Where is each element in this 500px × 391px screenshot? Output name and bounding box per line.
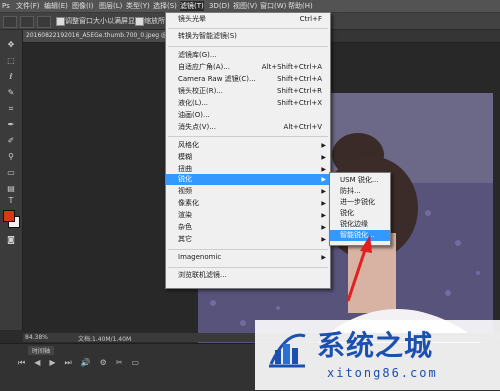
menu-item-blur[interactable]: 模糊 ▶ — [166, 152, 330, 163]
menu-item-oil-paint[interactable]: 油画(O)... — [166, 110, 330, 121]
document-tab[interactable]: 20160822192016_A5EGe.thumb.700_0.jpeg @ … — [23, 30, 174, 42]
marquee-tool-icon[interactable]: ⬚ — [6, 56, 16, 66]
submenu-arrow-icon: ▶ — [321, 142, 326, 149]
zoom-tool-icon[interactable] — [3, 16, 17, 28]
menu-item-render[interactable]: 渲染 ▶ — [166, 210, 330, 221]
timeline-tab[interactable]: 时间轴 — [28, 346, 55, 355]
menu-item-lens-correction[interactable]: 镜头校正(R)... Shift+Ctrl+R — [166, 86, 330, 97]
menu-help[interactable]: 帮助(H) — [288, 1, 313, 11]
move-tool-icon[interactable]: ✥ — [6, 40, 16, 50]
menu-item-other[interactable]: 其它 ▶ — [166, 234, 330, 245]
menu-item-imagenomic[interactable]: Imagenomic ▶ — [166, 252, 330, 263]
quick-select-icon[interactable]: ✎ — [6, 88, 16, 98]
menu-separator — [168, 28, 328, 29]
menu-3d[interactable]: 3D(D) — [209, 1, 230, 11]
submenu-item-sharpen-more[interactable]: 进一步锐化 — [330, 197, 390, 208]
menu-item-noise[interactable]: 杂色 ▶ — [166, 222, 330, 233]
menu-view[interactable]: 视图(V) — [233, 1, 257, 11]
lasso-tool-icon[interactable]: ℓ — [6, 72, 16, 82]
eyedropper-icon[interactable]: ✒ — [6, 120, 16, 130]
menu-item-filter-gallery[interactable]: 滤镜库(G)... — [166, 50, 330, 61]
submenu-arrow-icon: ▶ — [321, 154, 326, 161]
menu-item-last-filter[interactable]: 镜头光晕 Ctrl+F — [166, 14, 330, 25]
menu-separator — [168, 267, 328, 268]
menu-item-browse-online-filters[interactable]: 浏览联机滤镜... — [166, 270, 330, 281]
resize-window-label: 调整窗口大小以满屏显示 — [65, 17, 142, 25]
menu-item-liquify[interactable]: 液化(L)... Shift+Ctrl+X — [166, 98, 330, 109]
menu-item-vanishing-point[interactable]: 消失点(V)... Alt+Ctrl+V — [166, 122, 330, 133]
foreground-color-swatch[interactable] — [3, 210, 15, 222]
tools-panel: ✥ ⬚ ℓ ✎ ⌗ ✒ ✐ ⚲ ▭ ▤ T ◙ — [0, 30, 23, 330]
menu-item-convert-smart-filters[interactable]: 转换为智能滤镜(S) — [166, 31, 330, 42]
submenu-arrow-icon: ▶ — [321, 176, 326, 183]
submenu-arrow-icon: ▶ — [321, 254, 326, 261]
watermark: 系统之城 xitong86.com — [255, 320, 500, 390]
submenu-item-usm[interactable]: USM 锐化... — [330, 175, 390, 186]
watermark-url: xitong86.com — [327, 366, 438, 380]
brush-tool-icon[interactable]: ✐ — [6, 136, 16, 146]
menu-item-stylize[interactable]: 风格化 ▶ — [166, 140, 330, 151]
submenu-arrow-icon: ▶ — [321, 224, 326, 231]
menu-separator — [168, 136, 328, 137]
menu-window[interactable]: 窗口(W) — [260, 1, 286, 11]
app-logo-icon: Ps — [2, 2, 10, 10]
site-logo-icon — [269, 333, 306, 368]
menu-type[interactable]: 类型(Y) — [126, 1, 150, 11]
menu-separator — [168, 249, 328, 250]
zoom-all-checkbox[interactable] — [135, 17, 144, 26]
menu-image[interactable]: 图像(I) — [72, 1, 94, 11]
filter-menu: 镜头光晕 Ctrl+F 转换为智能滤镜(S) 滤镜库(G)... 自适应广角(A)… — [165, 12, 331, 289]
eraser-tool-icon[interactable]: ▭ — [6, 168, 16, 178]
submenu-item-shake-reduction[interactable]: 防抖... — [330, 186, 390, 197]
menu-item-sharpen[interactable]: 锐化 ▶ — [166, 174, 330, 185]
watermark-title: 系统之城 — [317, 329, 434, 362]
stamp-tool-icon[interactable]: ⚲ — [6, 152, 16, 162]
timeline-controls[interactable]: ⏮◀▶⏭🔊⚙✂▭ — [18, 358, 148, 368]
text-tool-icon[interactable]: T — [6, 196, 16, 206]
document-size: 文档:1.40M/1.40M — [78, 336, 132, 343]
menu-item-adaptive-wide-angle[interactable]: 自适应广角(A)... Alt+Shift+Ctrl+A — [166, 62, 330, 73]
submenu-item-sharpen[interactable]: 锐化 — [330, 208, 390, 219]
zoom-out-icon[interactable] — [37, 16, 51, 28]
menu-item-camera-raw[interactable]: Camera Raw 滤镜(C)... Shift+Ctrl+A — [166, 74, 330, 85]
zoom-in-icon[interactable] — [20, 16, 34, 28]
menu-separator — [168, 46, 328, 47]
annotation-arrow-icon — [346, 235, 372, 302]
menu-layer[interactable]: 图层(L) — [99, 1, 122, 11]
submenu-arrow-icon: ▶ — [321, 188, 326, 195]
menu-select[interactable]: 选择(S) — [153, 1, 177, 11]
menu-item-video[interactable]: 视频 ▶ — [166, 186, 330, 197]
quick-mask-icon[interactable]: ◙ — [6, 235, 16, 245]
menu-file[interactable]: 文件(F) — [16, 1, 40, 11]
zoom-level[interactable]: 84.38% — [25, 334, 48, 341]
menu-edit[interactable]: 编辑(E) — [44, 1, 68, 11]
menu-filter[interactable]: 滤镜(T) — [180, 1, 204, 11]
resize-window-checkbox[interactable] — [56, 17, 65, 26]
submenu-arrow-icon: ▶ — [321, 212, 326, 219]
submenu-arrow-icon: ▶ — [321, 200, 326, 207]
menu-item-pixelate[interactable]: 像素化 ▶ — [166, 198, 330, 209]
gradient-tool-icon[interactable]: ▤ — [6, 184, 16, 194]
crop-tool-icon[interactable]: ⌗ — [6, 104, 16, 114]
submenu-arrow-icon: ▶ — [321, 236, 326, 243]
